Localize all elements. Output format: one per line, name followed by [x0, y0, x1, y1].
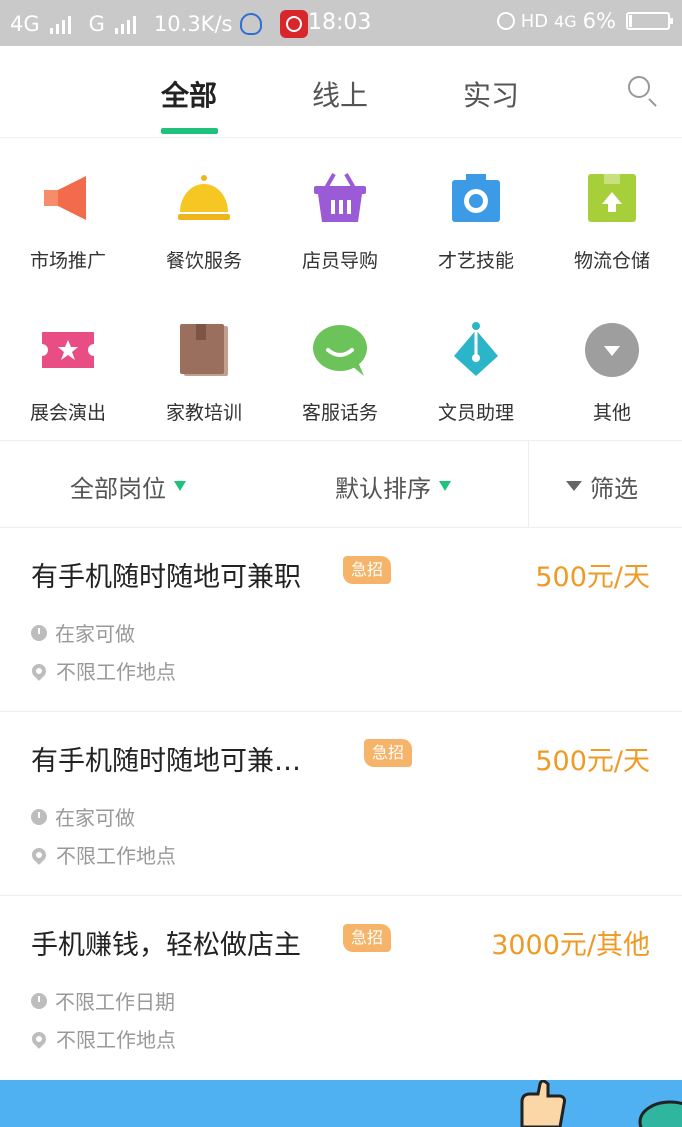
status-right: HD 4G 6% — [496, 9, 673, 33]
divider — [528, 441, 529, 527]
job-location: 不限工作地点 — [56, 1028, 176, 1052]
tab-all[interactable]: 全部 — [161, 74, 217, 114]
dropdown-circle-icon — [584, 322, 640, 378]
location-pin-icon — [29, 1028, 49, 1049]
category-label: 物流仓储 — [573, 250, 650, 272]
job-list-item[interactable]: 手机赚钱，轻松做店主 急招 3000元/其他 不限工作日期 不限工作地点 — [0, 895, 682, 1080]
job-date-row: 不限工作日期 — [31, 986, 175, 1015]
category-label: 市场推广 — [29, 250, 106, 272]
category-label: 家教培训 — [165, 402, 242, 424]
thumbs-up-illustration — [520, 1080, 566, 1127]
job-salary: 500元/天 — [535, 746, 650, 777]
job-location-row: 不限工作地点 — [29, 1024, 176, 1053]
category-logistics[interactable]: 物流仓储 — [544, 170, 680, 273]
job-date: 在家可做 — [55, 806, 135, 830]
job-date-row: 在家可做 — [31, 802, 135, 831]
job-salary: 3000元/其他 — [491, 930, 650, 961]
job-date: 在家可做 — [55, 622, 135, 646]
megaphone-icon — [40, 170, 96, 226]
job-location-row: 不限工作地点 — [29, 656, 176, 685]
filter-label: 筛选 — [590, 475, 638, 503]
promo-banner[interactable] — [0, 1080, 682, 1127]
clock-icon — [31, 808, 47, 825]
job-title: 有手机随时随地可兼… — [31, 746, 301, 777]
network-label: 4G — [10, 12, 40, 36]
category-label: 文员助理 — [437, 402, 514, 424]
ticket-star-icon — [40, 322, 96, 378]
job-date-row: 在家可做 — [31, 618, 135, 647]
category-label: 才艺技能 — [437, 250, 514, 272]
battery-percent: 6% — [582, 9, 616, 33]
alarm-icon — [496, 12, 515, 30]
qq-notification-icon — [240, 13, 263, 35]
battery-icon — [626, 12, 673, 30]
tab-online[interactable]: 线上 — [312, 74, 368, 114]
food-cloche-icon — [176, 170, 232, 226]
status-left: 4G G 10.3K/s — [10, 10, 309, 38]
job-title: 有手机随时随地可兼职 — [31, 562, 301, 593]
category-label: 客服话务 — [301, 402, 378, 424]
network-label-3: 4G — [554, 11, 577, 31]
job-location-row: 不限工作地点 — [29, 840, 176, 869]
clock-time: 18:03 — [308, 10, 372, 35]
location-pin-icon — [29, 660, 49, 681]
job-list-item[interactable]: 有手机随时随地可兼… 急招 500元/天 在家可做 不限工作地点 — [0, 711, 682, 896]
category-tutoring[interactable]: 家教培训 — [136, 322, 272, 425]
filter-button[interactable]: 筛选 — [566, 469, 638, 504]
job-date: 不限工作日期 — [55, 990, 175, 1014]
pen-nib-icon — [448, 322, 504, 378]
location-pin-icon — [29, 844, 49, 865]
category-other[interactable]: 其他 — [544, 322, 680, 425]
job-salary: 500元/天 — [535, 562, 650, 593]
funnel-icon — [566, 481, 582, 491]
category-label: 店员导购 — [301, 250, 378, 272]
caret-down-icon — [174, 481, 186, 491]
job-list-item[interactable]: 有手机随时随地可兼职 急招 500元/天 在家可做 不限工作地点 — [0, 527, 682, 712]
category-clerical[interactable]: 文员助理 — [408, 322, 544, 425]
decorative-shape — [638, 1100, 682, 1127]
sort-label: 默认排序 — [335, 475, 431, 503]
package-box-icon — [584, 170, 640, 226]
signal-icon-2 — [114, 14, 136, 34]
network-speed: 10.3K/s — [153, 12, 233, 36]
job-title: 手机赚钱，轻松做店主 — [31, 930, 301, 961]
book-icon — [176, 322, 232, 378]
clock-icon — [31, 992, 47, 1009]
category-market-promotion[interactable]: 市场推广 — [0, 170, 136, 273]
category-label: 展会演出 — [29, 402, 106, 424]
job-location: 不限工作地点 — [56, 660, 176, 684]
chat-bubble-icon — [312, 322, 368, 378]
active-tab-indicator — [161, 128, 218, 134]
shopping-basket-icon — [312, 170, 368, 226]
music-app-icon — [280, 10, 309, 38]
position-filter-label: 全部岗位 — [70, 475, 166, 503]
position-filter-dropdown[interactable]: 全部岗位 — [70, 469, 186, 504]
category-talent-skills[interactable]: 才艺技能 — [408, 170, 544, 273]
camera-icon — [448, 170, 504, 226]
category-label: 餐饮服务 — [165, 250, 242, 272]
job-location: 不限工作地点 — [56, 844, 176, 868]
filter-bar: 全部岗位 默认排序 筛选 — [0, 440, 682, 528]
urgent-badge: 急招 — [343, 924, 392, 952]
network-label-2: G — [88, 12, 105, 36]
urgent-badge: 急招 — [343, 556, 392, 584]
urgent-badge: 急招 — [364, 739, 413, 767]
sort-dropdown[interactable]: 默认排序 — [335, 469, 451, 504]
category-exhibition[interactable]: 展会演出 — [0, 322, 136, 425]
top-tab-bar: 全部 线上 实习 — [0, 46, 682, 138]
signal-icon — [49, 14, 71, 34]
caret-down-icon — [439, 481, 451, 491]
category-label: 其他 — [592, 402, 631, 424]
category-sales-clerk[interactable]: 店员导购 — [272, 170, 408, 273]
category-customer-service[interactable]: 客服话务 — [272, 322, 408, 425]
category-catering[interactable]: 餐饮服务 — [136, 170, 272, 273]
tab-internship[interactable]: 实习 — [463, 74, 519, 114]
clock-icon — [31, 624, 47, 641]
search-icon[interactable] — [628, 76, 650, 98]
hd-label: HD — [520, 10, 549, 32]
status-bar: 4G G 10.3K/s 18:03 HD 4G 6% — [0, 0, 682, 46]
